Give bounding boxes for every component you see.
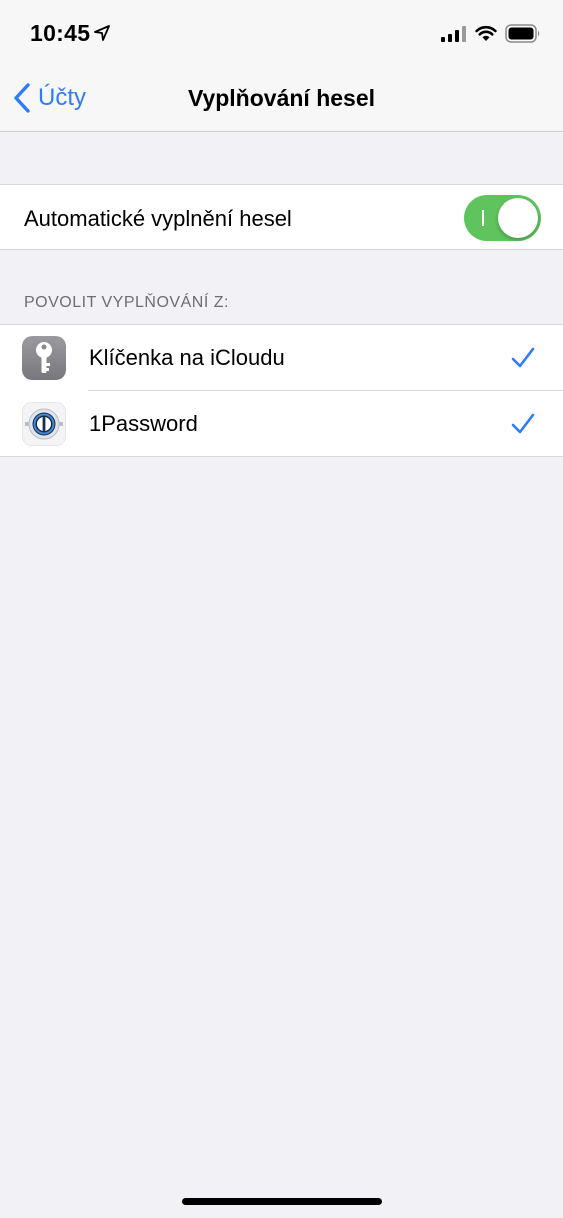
battery-icon: [505, 24, 540, 43]
cellular-signal-icon: [441, 26, 466, 42]
autofill-toggle[interactable]: [464, 195, 541, 241]
onepassword-icon: [22, 402, 66, 446]
provider-row-icloud-keychain[interactable]: Klíčenka na iCloudu: [0, 325, 563, 391]
status-time: 10:45: [30, 20, 91, 46]
autofill-group: Automatické vyplnění hesel: [0, 184, 563, 250]
home-indicator[interactable]: [182, 1198, 382, 1205]
screen: 10:45 Účty Vyplňování hesel Automatické …: [0, 0, 563, 1218]
providers-group: Klíčenka na iCloudu 1Password: [0, 324, 563, 457]
page-title: Vyplňování hesel: [187, 85, 376, 111]
providers-section-header: POVOLIT VYPLŇOVÁNÍ Z:: [24, 294, 229, 311]
location-arrow-icon: [94, 25, 110, 41]
toggle-knob: [498, 198, 538, 238]
keychain-key-icon: [22, 336, 66, 380]
status-bar: 10:45: [0, 0, 563, 64]
provider-label: 1Password: [89, 411, 198, 436]
autofill-label: Automatické vyplnění hesel: [24, 206, 292, 231]
navigation-bar: Účty Vyplňování hesel: [0, 64, 563, 132]
toggle-on-mark: [482, 210, 484, 226]
checkmark-icon: [511, 347, 535, 368]
provider-label: Klíčenka na iCloudu: [89, 345, 285, 370]
checkmark-icon: [511, 413, 535, 434]
wifi-icon: [475, 25, 497, 41]
provider-row-1password[interactable]: 1Password: [0, 391, 563, 457]
